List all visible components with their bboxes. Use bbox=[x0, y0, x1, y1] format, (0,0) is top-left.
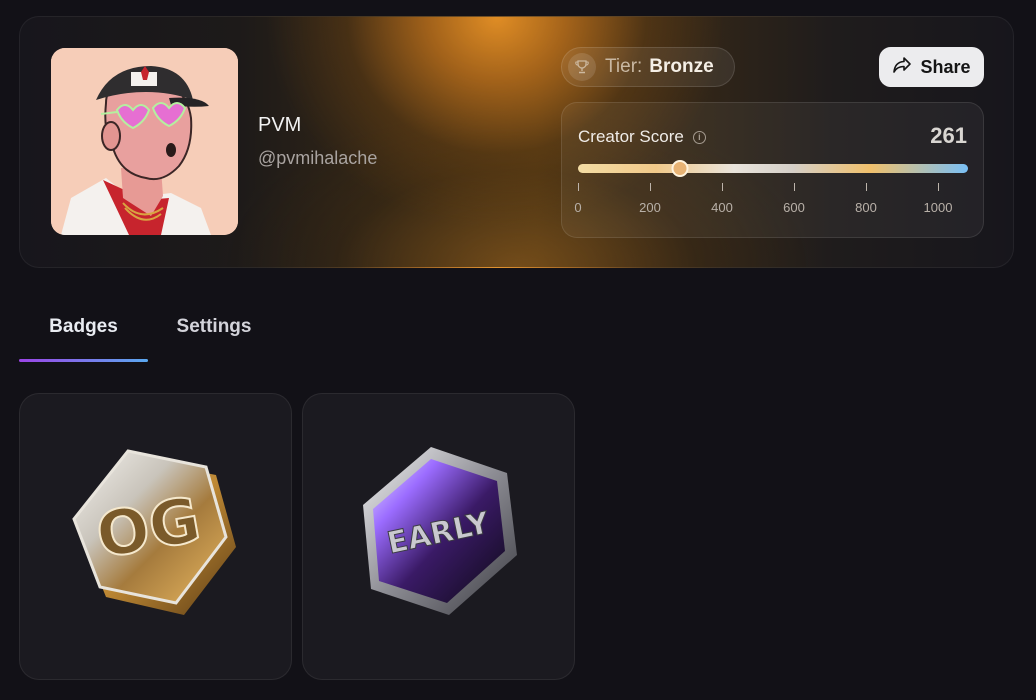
score-tick-label: 0 bbox=[574, 200, 582, 215]
early-badge-icon: EARLY bbox=[362, 446, 517, 615]
creator-score-panel: Creator Score i 261 0 200 400 600 800 1000 bbox=[561, 102, 984, 238]
creator-score-marker bbox=[671, 160, 689, 177]
score-tick: 200 bbox=[630, 183, 670, 215]
score-tick-mark bbox=[649, 183, 651, 191]
score-tick-label: 400 bbox=[711, 200, 733, 215]
tier-label: Tier: bbox=[605, 56, 643, 77]
score-tick: 800 bbox=[846, 183, 886, 215]
score-tick-label: 200 bbox=[639, 200, 661, 215]
active-tab-indicator bbox=[19, 359, 148, 362]
og-badge-icon: OG bbox=[71, 448, 236, 615]
tab-settings[interactable]: Settings bbox=[159, 316, 269, 362]
avatar bbox=[51, 48, 238, 235]
score-tick-mark bbox=[577, 183, 579, 191]
creator-score-value: 261 bbox=[930, 123, 967, 148]
tier-badge: Tier: Bronze bbox=[561, 47, 735, 87]
score-tick-mark bbox=[865, 183, 867, 191]
profile-card: PVM @pvmihalache Tier: Bronze Share Crea… bbox=[19, 16, 1014, 268]
tier-value: Bronze bbox=[649, 56, 714, 77]
score-tick-label: 800 bbox=[855, 200, 877, 215]
score-tick: 400 bbox=[702, 183, 742, 215]
tab-badges[interactable]: Badges bbox=[19, 316, 148, 362]
creator-score-title: Creator Score bbox=[578, 127, 684, 146]
creator-score-slider bbox=[578, 160, 968, 177]
score-tick-mark bbox=[793, 183, 795, 191]
score-tick-label: 600 bbox=[783, 200, 805, 215]
share-label: Share bbox=[920, 56, 971, 77]
profile-handle: @pvmihalache bbox=[258, 148, 378, 168]
score-tick: 0 bbox=[558, 183, 598, 215]
share-arrow-icon bbox=[892, 56, 912, 79]
score-tick-mark bbox=[721, 183, 723, 191]
badge-card-og[interactable]: OG bbox=[19, 393, 292, 680]
profile-page: PVM @pvmihalache Tier: Bronze Share Crea… bbox=[0, 0, 1036, 700]
trophy-icon bbox=[568, 53, 596, 81]
creator-score-title-row: Creator Score i bbox=[578, 127, 706, 147]
share-button[interactable]: Share bbox=[879, 47, 984, 87]
score-tick: 1000 bbox=[918, 183, 958, 215]
score-tick: 600 bbox=[774, 183, 814, 215]
score-tick-label: 1000 bbox=[923, 200, 953, 215]
score-tick-mark bbox=[937, 183, 939, 191]
profile-name: PVM bbox=[258, 114, 302, 136]
info-icon[interactable]: i bbox=[692, 130, 706, 144]
badge-card-early[interactable]: EARLY bbox=[302, 393, 575, 680]
creator-score-scale: 0 200 400 600 800 1000 bbox=[574, 183, 968, 223]
